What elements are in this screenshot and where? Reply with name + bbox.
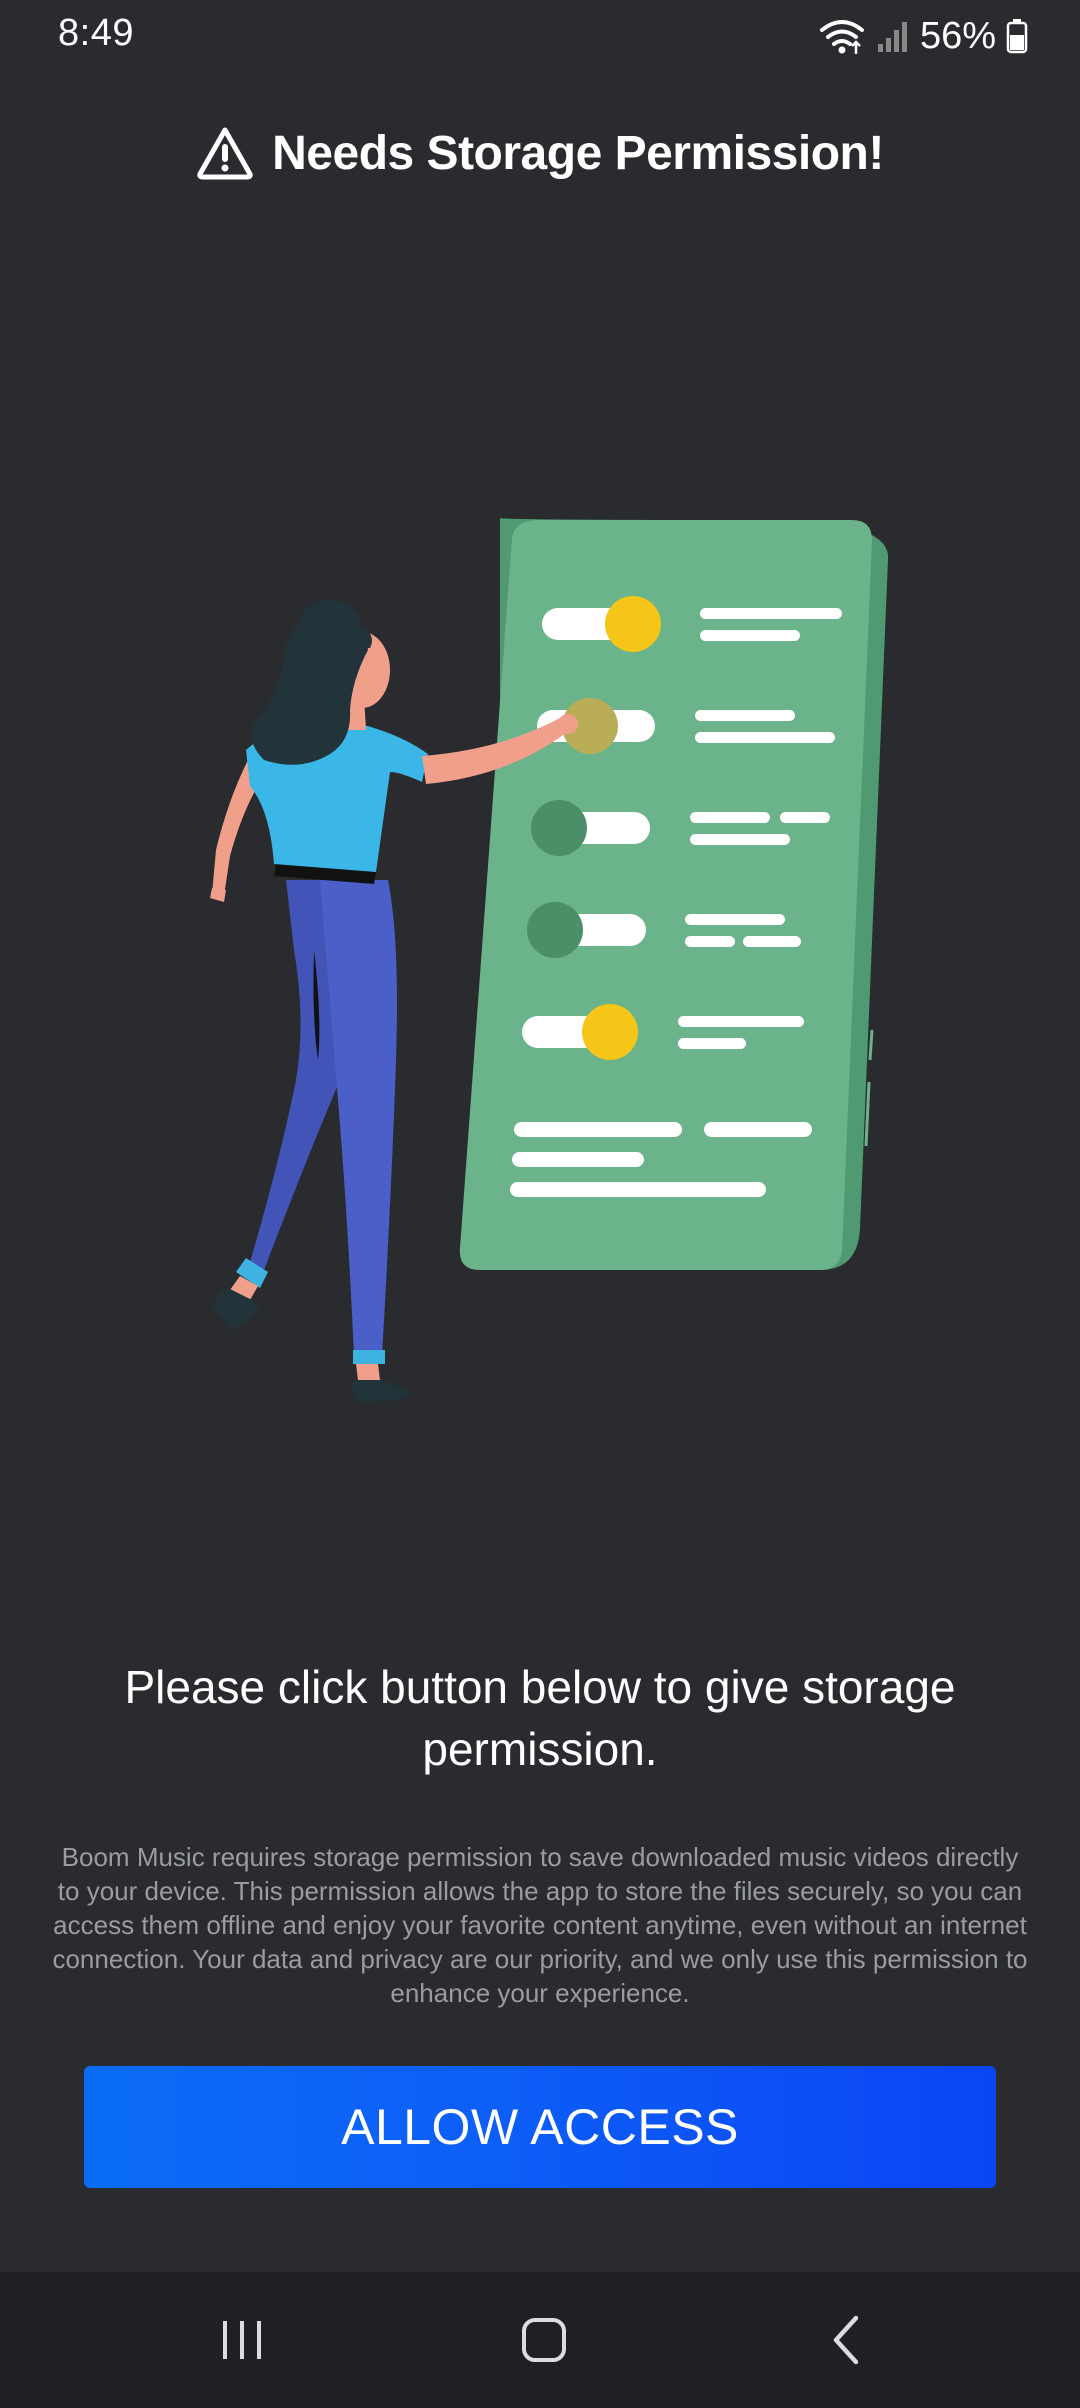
- recent-apps-button[interactable]: [142, 2272, 342, 2408]
- back-button[interactable]: [746, 2272, 946, 2408]
- status-icons: 56%: [818, 12, 1028, 60]
- home-icon: [522, 2318, 566, 2362]
- status-time: 8:49: [58, 12, 134, 54]
- navigation-bar: [0, 2272, 1080, 2408]
- header: Needs Storage Permission!: [0, 116, 1080, 190]
- recent-apps-icon: [223, 2321, 261, 2359]
- warning-icon: [197, 127, 253, 180]
- signal-icon: [877, 22, 907, 52]
- home-button[interactable]: [444, 2272, 644, 2408]
- battery-icon: [1006, 19, 1028, 54]
- headline: Please click button below to give storag…: [124, 1661, 956, 1775]
- battery-percent: 56%: [919, 14, 996, 57]
- back-icon: [833, 2315, 859, 2365]
- status-bar: 8:49 56%: [0, 0, 1080, 72]
- permission-toggles-illustration: [210, 518, 889, 1402]
- allow-access-button[interactable]: ALLOW ACCESS: [84, 2066, 996, 2188]
- page-title: Needs Storage Permission!: [272, 126, 884, 180]
- wifi-icon: [819, 20, 864, 54]
- permission-description: Boom Music requires storage permission t…: [52, 1842, 1028, 2008]
